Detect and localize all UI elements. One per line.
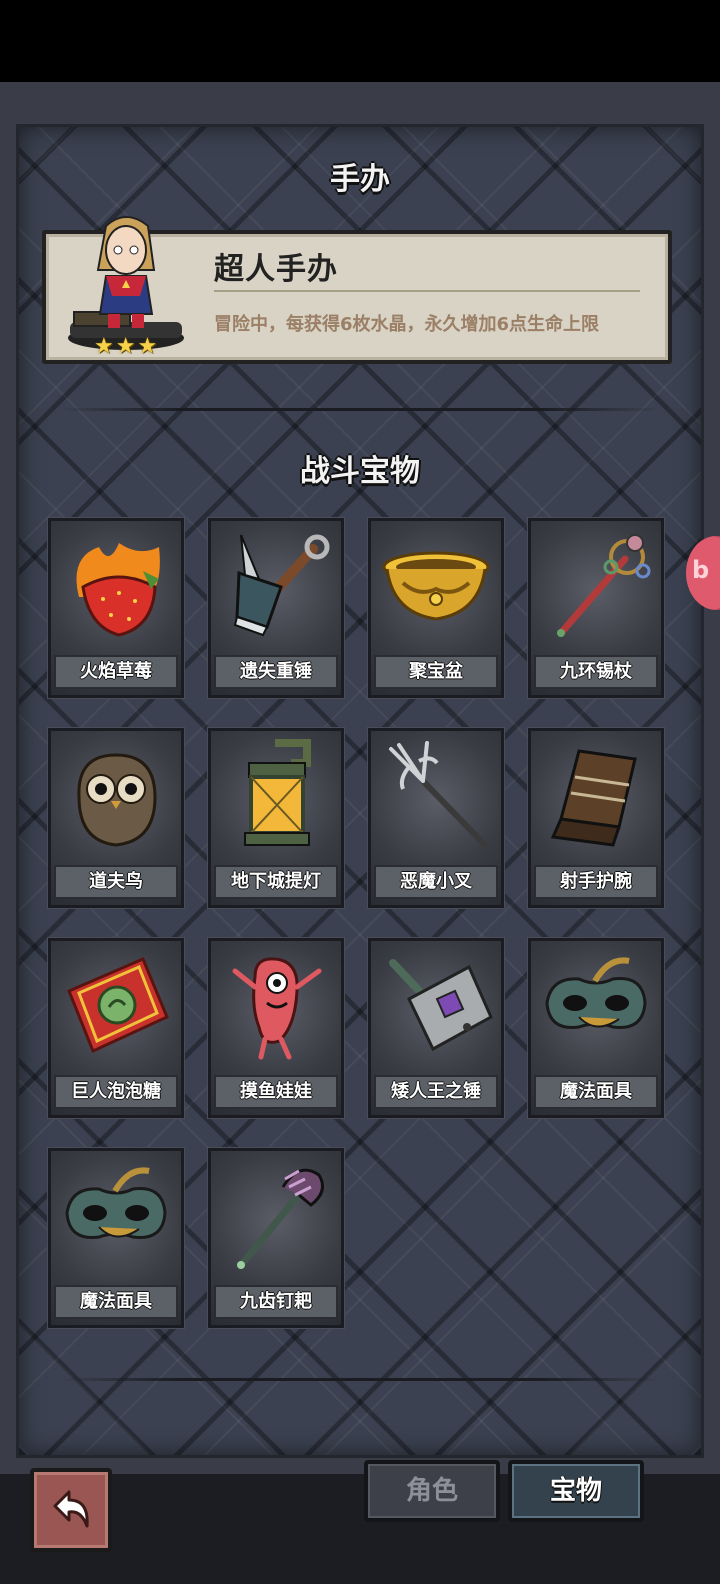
treasure-item[interactable]: 射手护腕 <box>528 728 664 908</box>
divider <box>214 290 640 292</box>
tab-role[interactable]: 角色 <box>364 1460 500 1522</box>
treasure-section-title: 战斗宝物 <box>300 454 420 489</box>
treasure-item[interactable]: 道夫鸟 <box>48 728 184 908</box>
lantern-icon <box>244 739 311 846</box>
star-icon: ★ <box>115 334 136 359</box>
treasure-label: 矮人王之锤 <box>374 1075 498 1109</box>
return-arrow-icon <box>53 1490 89 1528</box>
figure-rating: ★ ★ ★ <box>94 336 157 358</box>
magic-mask-icon <box>65 1167 167 1239</box>
flame-strawberry-icon <box>76 543 160 637</box>
treasure-label: 恶魔小叉 <box>374 865 498 899</box>
treasure-label: 聚宝盆 <box>374 655 498 689</box>
treasure-item[interactable]: 聚宝盆 <box>368 518 504 698</box>
lost-hammer-icon <box>233 534 330 637</box>
treasure-label: 九环锡杖 <box>534 655 658 689</box>
treasure-label: 摸鱼娃娃 <box>214 1075 338 1109</box>
treasure-bowl-icon <box>382 551 490 621</box>
treasure-label: 道夫鸟 <box>54 865 178 899</box>
figure-card[interactable]: ★ ★ ★ 超人手办 冒险中，每获得6枚水晶，永久增加6点生命上限 <box>42 216 672 364</box>
fish-doll-icon <box>232 957 322 1060</box>
section-divider <box>60 408 660 411</box>
dwarf-hammer-icon <box>389 959 493 1052</box>
tab-treasure[interactable]: 宝物 <box>508 1460 644 1522</box>
treasure-item[interactable]: 火焰草莓 <box>48 518 184 698</box>
treasure-item[interactable]: 摸鱼娃娃 <box>208 938 344 1118</box>
treasure-item[interactable]: 矮人王之锤 <box>368 938 504 1118</box>
bubble-icon: b <box>692 556 710 584</box>
figure-name: 超人手办 <box>214 252 338 287</box>
treasure-item[interactable]: 魔法面具 <box>48 1148 184 1328</box>
treasure-item[interactable]: 地下城提灯 <box>208 728 344 908</box>
magic-mask-icon <box>545 957 647 1029</box>
star-icon: ★ <box>137 334 158 359</box>
treasure-label: 魔法面具 <box>54 1285 178 1319</box>
nine-tooth-rake-icon <box>237 1168 325 1269</box>
treasure-item[interactable]: 巨人泡泡糖 <box>48 938 184 1118</box>
bracer-icon <box>550 749 637 847</box>
treasure-grid: 火焰草莓 遗失重锤 聚宝盆 九环锡杖 道夫鸟 地下城提灯 恶魔小叉 射手护腕 巨… <box>48 518 668 1328</box>
treasure-item[interactable]: 魔法面具 <box>528 938 664 1118</box>
treasure-label: 射手护腕 <box>534 865 658 899</box>
treasure-label: 火焰草莓 <box>54 655 178 689</box>
treasure-label: 巨人泡泡糖 <box>54 1075 178 1109</box>
bubble-gum-icon <box>67 957 169 1054</box>
status-bar <box>0 0 720 82</box>
treasure-item[interactable]: 遗失重锤 <box>208 518 344 698</box>
figure-description: 冒险中，每获得6枚水晶，永久增加6点生命上限 <box>214 314 600 335</box>
treasure-label: 地下城提灯 <box>214 865 338 899</box>
figure-section-title: 手办 <box>330 162 390 197</box>
back-button[interactable] <box>30 1468 112 1552</box>
treasure-item[interactable]: 九环锡杖 <box>528 518 664 698</box>
treasure-label: 魔法面具 <box>534 1075 658 1109</box>
treasure-item[interactable]: 九齿钉耙 <box>208 1148 344 1328</box>
treasure-item[interactable]: 恶魔小叉 <box>368 728 504 908</box>
nine-ring-staff-icon <box>557 534 651 637</box>
owl-icon <box>77 753 157 847</box>
section-divider <box>60 1378 660 1381</box>
treasure-label: 九齿钉耙 <box>214 1285 338 1319</box>
treasure-label: 遗失重锤 <box>214 655 338 689</box>
trident-icon <box>389 741 488 848</box>
star-icon: ★ <box>94 334 114 359</box>
